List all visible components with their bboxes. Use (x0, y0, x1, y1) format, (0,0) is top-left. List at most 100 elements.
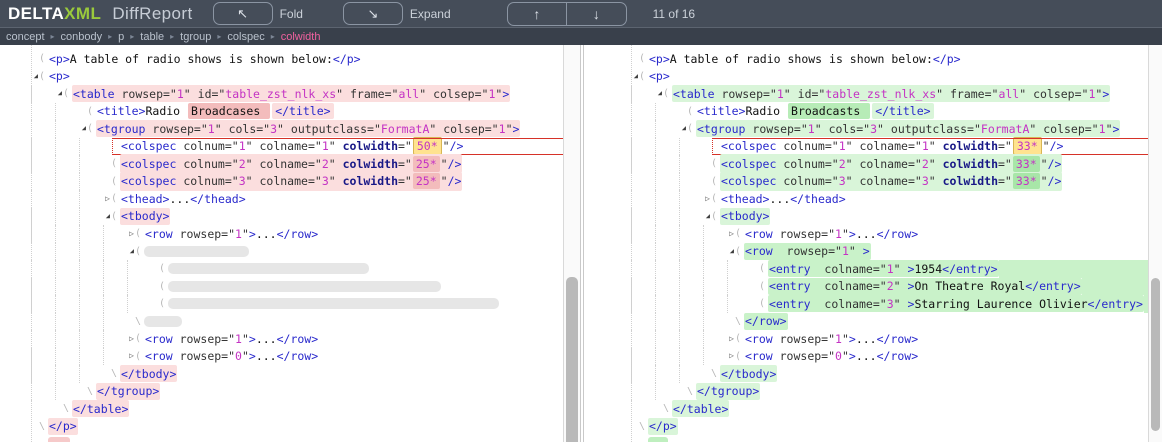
expand-toggle-icon[interactable]: ▷ (129, 230, 134, 238)
code-token: <tbody> (121, 209, 169, 223)
breadcrumb-item[interactable]: concept (6, 31, 45, 43)
breadcrumb-item[interactable]: tgroup (180, 31, 211, 43)
code-token: 1 (499, 122, 506, 136)
code-token: " (1041, 174, 1048, 188)
expand-toggle-icon[interactable]: ▷ (705, 195, 710, 203)
code-token: </row> (277, 349, 319, 363)
breadcrumb-item[interactable]: colspec (227, 31, 264, 43)
breadcrumb-item[interactable]: conbody (61, 31, 103, 43)
tree-guide-line (55, 313, 79, 331)
tree-guide-line (679, 330, 703, 348)
tree-guide-line (127, 260, 151, 278)
code-token: colwidth (343, 139, 398, 153)
tree-guide-line (655, 348, 679, 366)
code-token: > (249, 227, 256, 241)
tree-guide-line (103, 295, 127, 313)
collapse-toggle-icon[interactable]: ◢ (706, 213, 710, 220)
tree-guide-line (703, 225, 727, 243)
fold-hook-icon: ( (759, 263, 765, 274)
collapse-toggle-icon[interactable]: ◢ (58, 90, 62, 97)
code-token: On Theatre Royal (914, 279, 1025, 293)
code-token: " (849, 244, 863, 258)
fold-hook-icon: ( (735, 228, 741, 239)
code-token: all (998, 87, 1019, 101)
collapse-toggle-icon[interactable]: ◢ (34, 73, 38, 80)
code-line: ▷(<row rowsep="0">...</row> (584, 348, 1148, 366)
collapse-toggle-icon[interactable]: ◢ (82, 125, 86, 132)
tree-guide-line (679, 208, 703, 226)
code-token: </tbody> (121, 367, 176, 381)
code-token: <row (745, 244, 773, 258)
code-line: (<colspec colnum="3" colname="3" colwidt… (584, 173, 1148, 191)
collapse-toggle-icon[interactable]: ◢ (730, 248, 734, 255)
code-token: " (894, 262, 908, 276)
code-token: =" (398, 157, 412, 171)
tree-guide-line (79, 225, 103, 243)
code-token: </entry> (1025, 279, 1080, 293)
fold-button[interactable]: ↖ (213, 2, 273, 25)
expand-toggle-icon[interactable]: ▷ (729, 230, 734, 238)
code-token: ... (169, 192, 190, 206)
previous-diff-button[interactable]: ↑ (508, 3, 568, 25)
tree-guide-line (703, 260, 727, 278)
collapse-toggle-icon[interactable]: ◢ (130, 248, 134, 255)
code-token: " colsep=" (1029, 122, 1098, 136)
right-scrollbar[interactable] (1148, 45, 1162, 442)
code-token: <title> (697, 104, 745, 118)
expand-toggle-icon[interactable]: ▷ (729, 352, 734, 360)
code-line: ◢(<tgroup rowsep="1" cols="3" outputclas… (0, 120, 563, 138)
code-line: ◢(<table rowsep="1" id="table_zst_nlk_xs… (0, 85, 563, 103)
tree-guide-line (655, 383, 679, 401)
code-token: 1 (235, 227, 242, 241)
code-token: =" (398, 139, 412, 153)
expand-toggle-icon[interactable]: ▷ (129, 352, 134, 360)
fold-hook-icon: ( (711, 211, 717, 222)
code-token: " (894, 297, 908, 311)
collapse-toggle-icon[interactable]: ◢ (658, 90, 662, 97)
breadcrumb-item[interactable]: p (118, 31, 124, 43)
code-token: rowsep=" (715, 87, 777, 101)
fold-hook-icon: \ (135, 316, 141, 327)
expand-toggle-icon[interactable]: ▷ (105, 195, 110, 203)
tree-guide-line (127, 295, 151, 313)
fold-label: Fold (280, 7, 303, 21)
left-scrollbar[interactable] (563, 45, 580, 442)
tree-guide-line (631, 208, 655, 226)
code-text: </p> (648, 418, 678, 435)
code-token: 1 (835, 332, 842, 346)
collapse-toggle-icon[interactable]: ◢ (682, 125, 686, 132)
code-text: <row rowsep="1">...</row> (744, 225, 919, 242)
collapse-toggle-icon[interactable]: ◢ (634, 73, 638, 80)
expand-toggle-icon[interactable]: ▷ (729, 335, 734, 343)
code-token: <tgroup (697, 122, 745, 136)
right-scrollbar-thumb[interactable] (1151, 278, 1160, 431)
code-token: <row (745, 227, 773, 241)
expand-button[interactable]: ↘ (343, 2, 403, 25)
code-line: (<colspec colnum="2" colname="2" colwidt… (0, 155, 563, 173)
fold-hook-icon: \ (663, 403, 669, 414)
code-token: colnum=" (176, 174, 238, 188)
logo-xml: XML (64, 4, 101, 23)
code-token: " frame=" (936, 87, 998, 101)
code-token: 50* (413, 137, 442, 155)
code-line: ◢(<row rowsep="1" > (584, 243, 1148, 261)
tree-guide-line (655, 313, 679, 331)
code-token: <p> (649, 69, 670, 83)
fold-hook-icon: ( (111, 158, 117, 169)
tree-guide-line (79, 243, 103, 261)
code-token: rowsep=" (173, 332, 235, 346)
code-text: <entry colname="2" >On Theatre Royal</en… (768, 278, 1082, 295)
code-token: colname=" (811, 297, 887, 311)
code-line: (<title>Radio Broadcasts </title> (584, 103, 1148, 121)
tree-guide-line (631, 365, 655, 383)
left-scrollbar-thumb[interactable] (566, 277, 578, 442)
next-diff-button[interactable]: ↓ (567, 3, 626, 25)
code-token: " id=" (184, 87, 226, 101)
expand-toggle-icon[interactable]: ▷ (129, 335, 134, 343)
tree-guide-line (703, 243, 727, 261)
breadcrumb-item[interactable]: table (140, 31, 164, 43)
tree-guide-line (31, 155, 55, 173)
tree-guide-line (79, 313, 103, 331)
collapse-toggle-icon[interactable]: ◢ (106, 213, 110, 220)
fold-hook-icon: ( (111, 193, 117, 204)
